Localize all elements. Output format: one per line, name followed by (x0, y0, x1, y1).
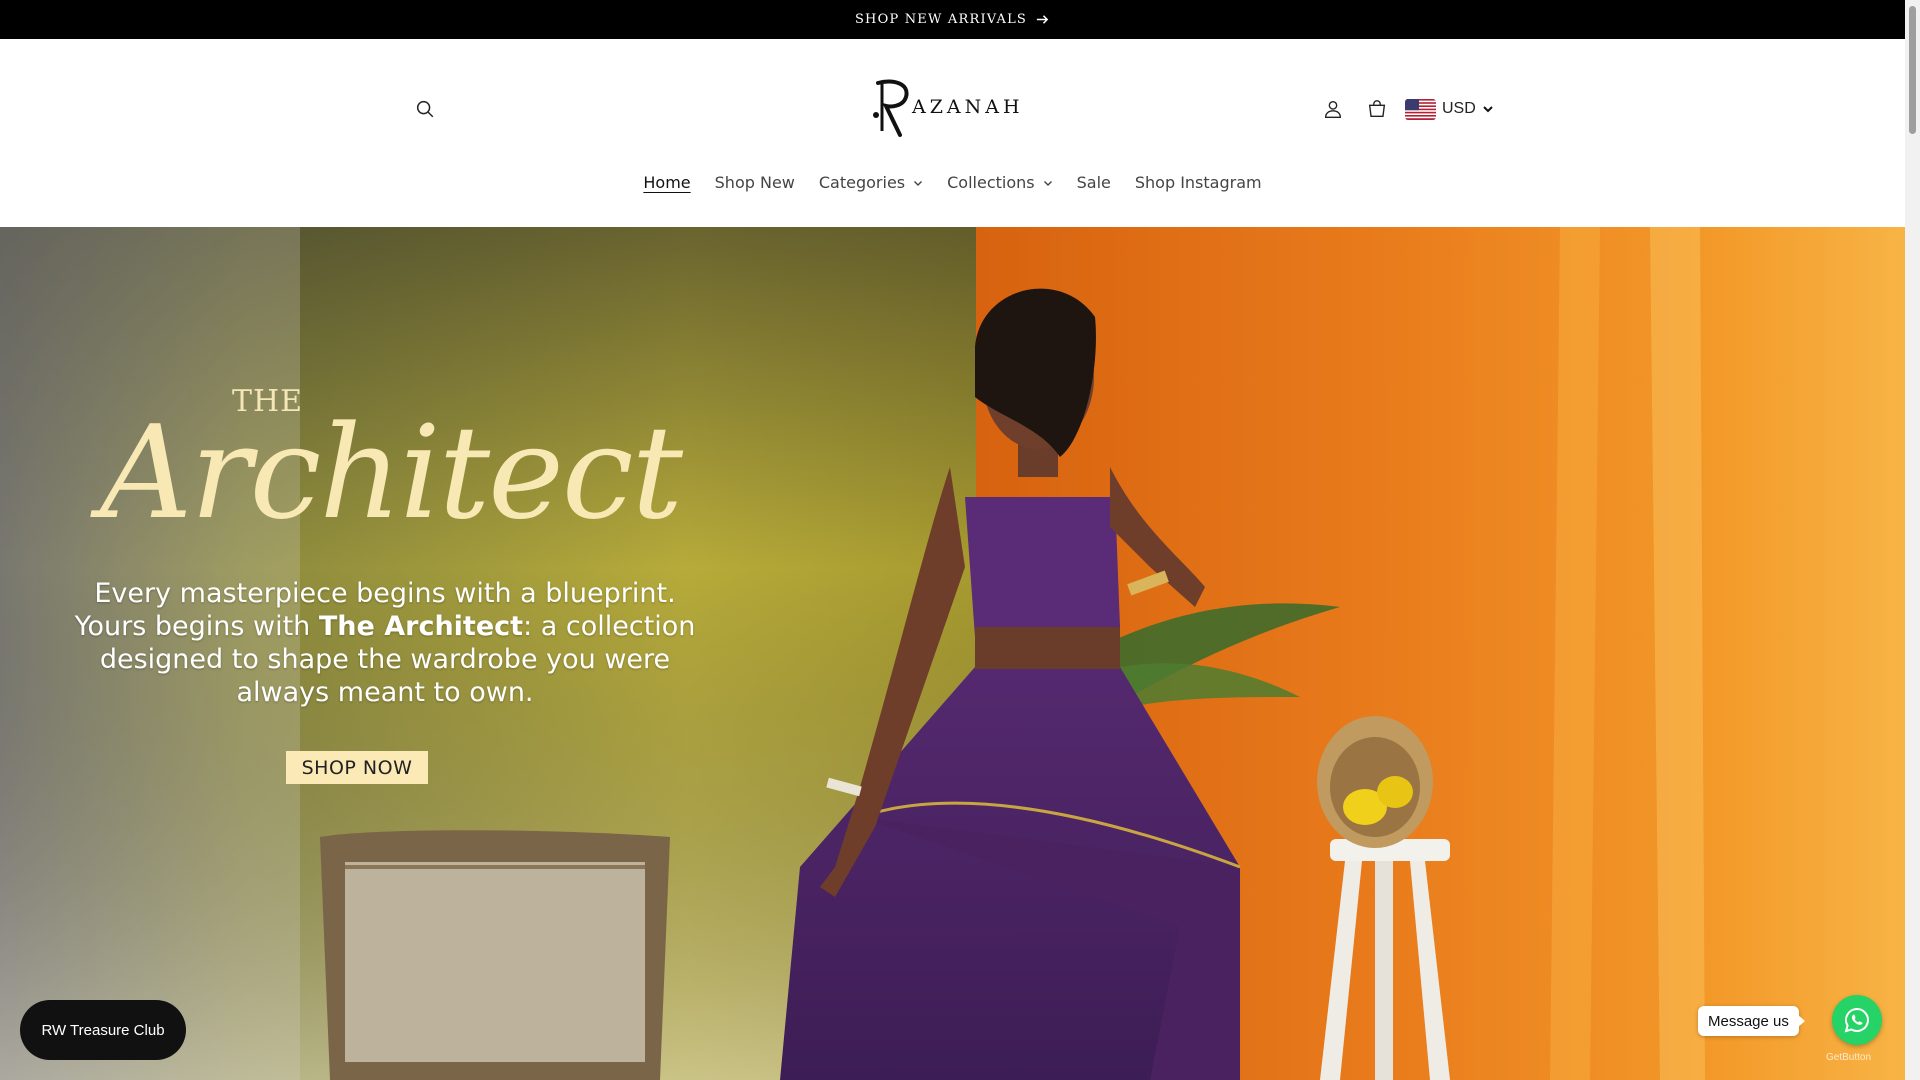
nav-sale[interactable]: Sale (1077, 169, 1111, 196)
nav-shop-instagram[interactable]: Shop Instagram (1135, 169, 1262, 196)
hero-copy-line4: always meant to own. (236, 677, 534, 708)
chevron-down-icon (914, 180, 923, 186)
nav-shop-new[interactable]: Shop New (715, 169, 795, 196)
site-logo[interactable]: AZANAH (870, 77, 1030, 139)
scrollbar-thumb[interactable] (1909, 6, 1916, 134)
announcement-text[interactable]: SHOP NEW ARRIVALS (855, 12, 1027, 27)
nav-home[interactable]: Home (643, 169, 690, 196)
nav-collections-label: Collections (947, 173, 1035, 192)
hero-copy-line2: Yours begins with The Architect: a colle… (60, 610, 710, 643)
getbutton-credit[interactable]: GetButton (1826, 1052, 1871, 1063)
announcement-bar[interactable]: SHOP NEW ARRIVALS (0, 0, 1905, 39)
hero-copy-line2-post: : a collection (523, 611, 696, 642)
hero-description: Every masterpiece begins with a blueprin… (60, 577, 710, 709)
hero-banner[interactable]: THE Architect Every masterpiece begins w… (0, 227, 1905, 1080)
main-navigation: Home Shop New Categories Collections Sal… (0, 169, 1905, 196)
whatsapp-button[interactable] (1832, 995, 1882, 1045)
whatsapp-icon (1844, 1007, 1869, 1033)
logo-mark: AZANAH (873, 79, 1024, 137)
nav-collections[interactable]: Collections (947, 169, 1052, 196)
arrow-right-icon (1036, 15, 1049, 24)
currency-selector[interactable]: USD (1405, 96, 1494, 122)
nav-categories-label: Categories (818, 173, 906, 192)
us-flag-icon (1405, 98, 1436, 120)
hero-copy-line3: designed to shape the wardrobe you were (99, 644, 671, 675)
cart-button[interactable] (1362, 94, 1392, 124)
page-scrollbar[interactable] (1905, 0, 1920, 1080)
hero-copy-line2-pre: Yours begins with (74, 611, 319, 642)
chevron-down-icon (1043, 180, 1052, 186)
currency-code: USD (1442, 100, 1476, 117)
nav-categories[interactable]: Categories (819, 169, 923, 196)
message-us-label[interactable]: Message us (1698, 1006, 1805, 1036)
search-button[interactable] (410, 94, 440, 124)
bag-icon (1368, 100, 1386, 118)
nav-shop-instagram-label: Shop Instagram (1134, 173, 1262, 192)
search-icon (416, 100, 434, 118)
rewards-launcher-button[interactable]: RW Treasure Club (20, 1000, 186, 1060)
nav-home-label: Home (643, 173, 691, 192)
user-icon (1324, 100, 1342, 118)
hero-copy-line1: Every masterpiece begins with a blueprin… (94, 578, 676, 609)
shop-now-button[interactable]: SHOP NOW (286, 751, 428, 784)
nav-shop-new-label: Shop New (714, 173, 795, 192)
hero-copy-line2-bold: The Architect (318, 611, 524, 642)
account-button[interactable] (1318, 94, 1348, 124)
logo-text: AZANAH (911, 96, 1024, 118)
site-header: AZANAH USD Home Shop New Categories Coll… (0, 39, 1905, 227)
hero-title: Architect (100, 399, 683, 548)
nav-sale-label: Sale (1076, 173, 1111, 192)
chevron-down-icon (1483, 106, 1493, 113)
